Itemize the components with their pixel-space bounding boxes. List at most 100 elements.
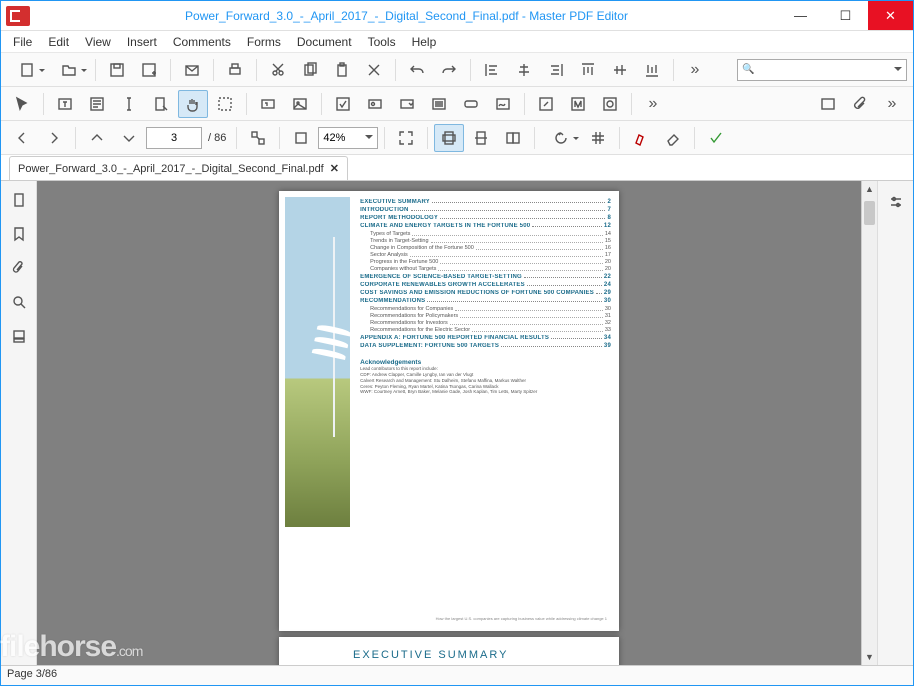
align-bottom-button[interactable] (637, 56, 667, 84)
initials-tool[interactable] (563, 90, 593, 118)
page-footer: How the largest U.S. companies are captu… (436, 616, 607, 621)
bookmarks-panel-button[interactable] (4, 219, 34, 249)
edit-doc-tool[interactable] (146, 90, 176, 118)
save-as-button[interactable] (134, 56, 164, 84)
cut-button[interactable] (263, 56, 293, 84)
align-middle-button[interactable] (605, 56, 635, 84)
attach-tool[interactable] (845, 90, 875, 118)
page-total-label: / 86 (204, 132, 230, 144)
fit-width-button[interactable] (286, 124, 316, 152)
new-file-button[interactable] (7, 56, 47, 84)
highlight-tool[interactable] (626, 124, 656, 152)
zoom-combo[interactable]: 42% (318, 127, 378, 149)
button-tool[interactable] (456, 90, 486, 118)
menu-comments[interactable]: Comments (165, 33, 239, 51)
menu-help[interactable]: Help (404, 33, 445, 51)
page-number-input[interactable] (146, 127, 202, 149)
last-page-button[interactable] (114, 124, 144, 152)
signature-tool[interactable] (488, 90, 518, 118)
align-right-button[interactable] (541, 56, 571, 84)
check-tool[interactable] (701, 124, 731, 152)
actual-size-button[interactable] (243, 124, 273, 152)
pointer-icon (14, 96, 30, 112)
maximize-button[interactable]: ☐ (823, 1, 868, 30)
search-icon (11, 294, 27, 310)
rotate-button[interactable] (541, 124, 581, 152)
toc-heading: DATA SUPPLEMENT: FORTUNE 500 TARGETS39 (360, 343, 611, 349)
menu-forms[interactable]: Forms (239, 33, 289, 51)
align-top-button[interactable] (573, 56, 603, 84)
menu-view[interactable]: View (77, 33, 119, 51)
attachments-panel-button[interactable] (4, 253, 34, 283)
select-text-tool[interactable] (114, 90, 144, 118)
undo-button[interactable] (402, 56, 432, 84)
scroll-down-arrow[interactable]: ▼ (862, 649, 877, 665)
menu-bar: File Edit View Insert Comments Forms Doc… (1, 31, 913, 53)
pdf-page: EXECUTIVE SUMMARY2INTRODUCTION7REPORT ME… (279, 191, 619, 631)
image-tool[interactable] (285, 90, 315, 118)
close-button[interactable]: ✕ (868, 1, 913, 30)
first-page-button[interactable] (82, 124, 112, 152)
minimize-button[interactable]: — (778, 1, 823, 30)
bookmark-icon (11, 226, 27, 242)
save-button[interactable] (102, 56, 132, 84)
grid-button[interactable] (583, 124, 613, 152)
align-center-button[interactable] (509, 56, 539, 84)
edit-text-tool[interactable] (50, 90, 80, 118)
edit-form-tool[interactable] (82, 90, 112, 118)
eraser-tool[interactable] (658, 124, 688, 152)
delete-button[interactable] (359, 56, 389, 84)
menu-tools[interactable]: Tools (360, 33, 404, 51)
overflow-tools-button[interactable]: » (638, 90, 668, 118)
note-tool[interactable] (813, 90, 843, 118)
search-input[interactable] (737, 59, 907, 81)
combo-tool[interactable] (392, 90, 422, 118)
pointer-tool[interactable] (7, 90, 37, 118)
toc-heading: CLIMATE AND ENERGY TARGETS IN THE FORTUN… (360, 223, 611, 229)
scroll-up-arrow[interactable]: ▲ (862, 181, 877, 197)
table-of-contents: EXECUTIVE SUMMARY2INTRODUCTION7REPORT ME… (350, 191, 619, 631)
select-tool[interactable] (210, 90, 240, 118)
open-file-button[interactable] (49, 56, 89, 84)
scroll-thumb[interactable] (864, 201, 875, 225)
align-middle-icon (612, 62, 628, 78)
list-tool[interactable] (424, 90, 454, 118)
menu-document[interactable]: Document (289, 33, 360, 51)
overflow-button[interactable]: » (680, 56, 710, 84)
properties-panel-button[interactable] (883, 189, 909, 215)
layers-icon (11, 328, 27, 344)
layers-panel-button[interactable] (4, 321, 34, 351)
two-page-button[interactable] (498, 124, 528, 152)
prev-page-button[interactable] (7, 124, 37, 152)
menu-file[interactable]: File (5, 33, 40, 51)
paste-button[interactable] (327, 56, 357, 84)
initials-icon (570, 96, 586, 112)
toc-subitem: Types of Targets14 (370, 231, 611, 237)
align-left-button[interactable] (477, 56, 507, 84)
print-button[interactable] (220, 56, 250, 84)
chevron-left-icon (14, 130, 30, 146)
more-button[interactable]: » (877, 90, 907, 118)
next-page-button[interactable] (39, 124, 69, 152)
text-box-tool[interactable] (253, 90, 283, 118)
document-tab[interactable]: Power_Forward_3.0_-_April_2017_-_Digital… (9, 156, 348, 180)
menu-edit[interactable]: Edit (40, 33, 77, 51)
vertical-scrollbar[interactable]: ▲ ▼ (861, 181, 877, 665)
fit-width-icon (293, 130, 309, 146)
stamp-tool[interactable] (595, 90, 625, 118)
copy-button[interactable] (295, 56, 325, 84)
link-tool[interactable] (531, 90, 561, 118)
fit-page-button[interactable] (434, 124, 464, 152)
close-tab-button[interactable]: ✕ (330, 162, 339, 175)
hand-tool[interactable] (178, 90, 208, 118)
checkbox-tool[interactable] (328, 90, 358, 118)
redo-button[interactable] (434, 56, 464, 84)
fit-visible-button[interactable] (466, 124, 496, 152)
document-canvas[interactable]: EXECUTIVE SUMMARY2INTRODUCTION7REPORT ME… (37, 181, 861, 665)
email-button[interactable] (177, 56, 207, 84)
search-panel-button[interactable] (4, 287, 34, 317)
fullscreen-button[interactable] (391, 124, 421, 152)
thumbnails-panel-button[interactable] (4, 185, 34, 215)
menu-insert[interactable]: Insert (119, 33, 165, 51)
radio-tool[interactable] (360, 90, 390, 118)
